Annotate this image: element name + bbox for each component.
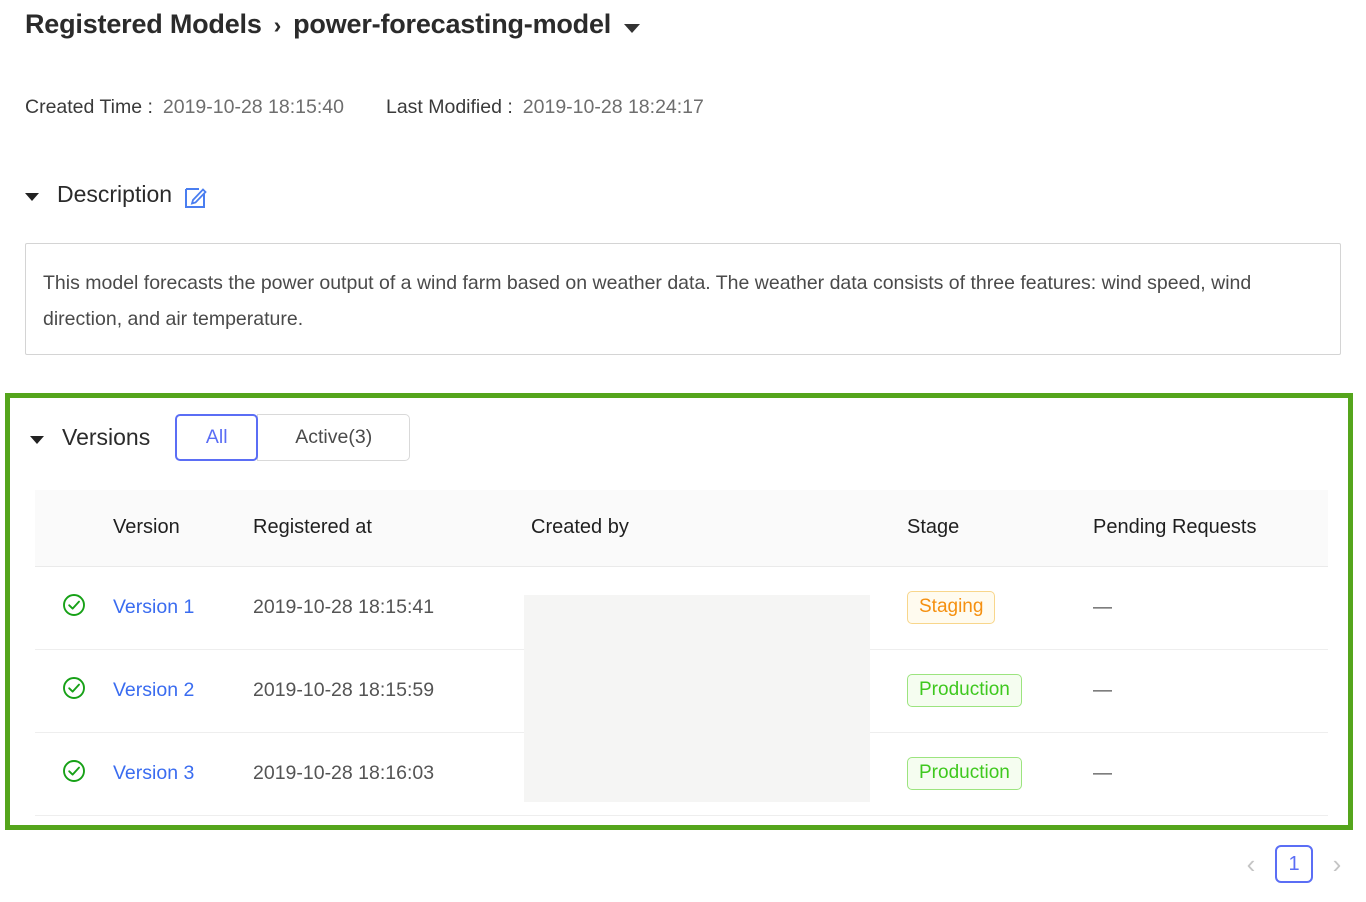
stage-cell: Production (907, 649, 1093, 732)
breadcrumb-parent-link[interactable]: Registered Models (25, 9, 262, 40)
status-badge: Production (907, 757, 1022, 790)
versions-filter-tabs: All Active(3) (175, 414, 410, 461)
row-status-cell (35, 649, 113, 732)
description-box: This model forecasts the power output of… (25, 243, 1341, 355)
collapse-caret-icon[interactable] (25, 193, 39, 201)
created-time-label: Created Time : (25, 96, 153, 119)
column-header-version[interactable]: Version (113, 490, 253, 566)
column-header-registered-at[interactable]: Registered at (253, 490, 531, 566)
last-modified-label: Last Modified : (386, 96, 513, 119)
description-header[interactable]: Description (25, 181, 208, 208)
description-text: This model forecasts the power output of… (43, 265, 1323, 337)
version-cell: Version 2 (113, 649, 253, 732)
next-page-button[interactable]: › (1326, 847, 1348, 881)
breadcrumb-separator-icon: › (274, 12, 281, 39)
check-circle-icon (62, 683, 86, 705)
column-header-created-by[interactable]: Created by (531, 490, 907, 566)
check-circle-icon (62, 766, 86, 788)
last-modified-value: 2019-10-28 18:24:17 (523, 96, 704, 119)
check-circle-icon (62, 600, 86, 622)
versions-table: Version Registered at Created by Stage P… (35, 490, 1328, 816)
pending-requests-cell: — (1093, 566, 1328, 649)
page-number-1[interactable]: 1 (1275, 845, 1313, 883)
created-by-cell (531, 566, 907, 649)
tab-active[interactable]: Active(3) (257, 414, 410, 461)
created-time-value: 2019-10-28 18:15:40 (163, 96, 344, 119)
pending-requests-cell: — (1093, 732, 1328, 815)
version-link[interactable]: Version 1 (113, 596, 194, 618)
version-link[interactable]: Version 3 (113, 762, 194, 784)
registered-at-cell: 2019-10-28 18:15:59 (253, 649, 531, 732)
description-title: Description (57, 181, 172, 208)
pagination: ‹ 1 › (1240, 845, 1348, 883)
table-row: Version 2 2019-10-28 18:15:59 Production… (35, 649, 1328, 732)
chevron-down-icon[interactable] (624, 24, 640, 33)
previous-page-button[interactable]: ‹ (1240, 847, 1262, 881)
model-detail-page: Registered Models › power-forecasting-mo… (0, 0, 1366, 902)
table-row: Version 3 2019-10-28 18:16:03 Production… (35, 732, 1328, 815)
version-cell: Version 3 (113, 732, 253, 815)
table-row: Version 1 2019-10-28 18:15:41 Staging — (35, 566, 1328, 649)
pending-value: — (1093, 763, 1112, 784)
breadcrumb: Registered Models › power-forecasting-mo… (25, 9, 640, 40)
row-status-cell (35, 732, 113, 815)
created-by-cell (531, 649, 907, 732)
stage-cell: Staging (907, 566, 1093, 649)
versions-title: Versions (62, 424, 150, 451)
versions-collapse-caret-icon[interactable] (30, 436, 44, 444)
version-cell: Version 1 (113, 566, 253, 649)
versions-header: Versions All Active(3) (30, 414, 410, 461)
tab-all[interactable]: All (175, 414, 258, 461)
column-header-pending-requests[interactable]: Pending Requests (1093, 490, 1328, 566)
column-header-status (35, 490, 113, 566)
edit-icon[interactable] (184, 185, 208, 209)
pending-value: — (1093, 597, 1112, 618)
page-title: power-forecasting-model (293, 9, 611, 40)
version-link[interactable]: Version 2 (113, 679, 194, 701)
stage-cell: Production (907, 732, 1093, 815)
column-header-stage[interactable]: Stage (907, 490, 1093, 566)
versions-panel: Versions All Active(3) Version Registere… (5, 393, 1353, 830)
model-metadata: Created Time : 2019-10-28 18:15:40 Last … (25, 96, 704, 119)
registered-at-cell: 2019-10-28 18:16:03 (253, 732, 531, 815)
status-badge: Production (907, 674, 1022, 707)
row-status-cell (35, 566, 113, 649)
created-by-cell (531, 732, 907, 815)
pending-requests-cell: — (1093, 649, 1328, 732)
registered-at-cell: 2019-10-28 18:15:41 (253, 566, 531, 649)
pending-value: — (1093, 680, 1112, 701)
status-badge: Staging (907, 591, 995, 624)
table-header-row: Version Registered at Created by Stage P… (35, 490, 1328, 566)
